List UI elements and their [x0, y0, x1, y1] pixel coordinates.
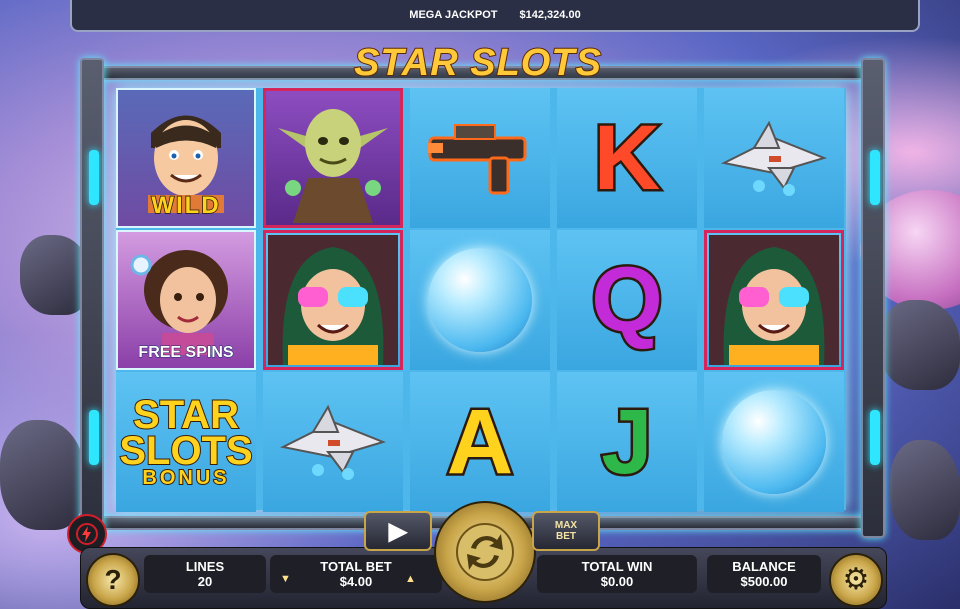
glow-tube [870, 410, 880, 465]
bonus-symbol: STAR SLOTS BONUS [116, 372, 256, 512]
total-bet-display: TOTAL BET $4.00 [270, 555, 442, 593]
max-bet-button[interactable]: MAX BET [532, 511, 600, 551]
lines-display: LINES 20 [144, 555, 266, 593]
letter-q-symbol: Q [557, 230, 697, 370]
total-bet-value: $4.00 [339, 574, 373, 589]
max-bet-line-2: BET [556, 531, 576, 542]
alien-master-symbol [263, 88, 403, 228]
glow-tube [870, 150, 880, 205]
asteroid-right-bottom [890, 440, 960, 540]
balance-label: BALANCE [732, 559, 796, 574]
free-spins-symbol: FREE SPINS [116, 230, 256, 370]
energy-orb-symbol [704, 372, 844, 512]
balance-value: $500.00 [740, 574, 788, 589]
control-panel: ? LINES 20 TOTAL BET $4.00 ▼ ▲ ▶ MAX BET… [80, 501, 887, 609]
energy-orb-icon [428, 248, 532, 352]
glow-tube [89, 410, 99, 465]
help-button[interactable]: ? [86, 553, 140, 607]
lines-value: 20 [197, 574, 213, 589]
reel-grid: WILD FREE SPINS STAR SLOTS BONUS A K Q J [116, 88, 846, 512]
total-win-label: TOTAL WIN [581, 559, 653, 574]
hooded-rebel-symbol [704, 230, 844, 370]
free-spins-label: FREE SPINS [138, 344, 234, 362]
spin-button[interactable] [434, 501, 536, 603]
max-bet-line-1: MAX [554, 520, 578, 531]
reel-3: A [410, 88, 550, 512]
hooded-rebel-icon [709, 235, 839, 365]
letter-q: Q [589, 249, 666, 351]
bonus-line-1: STAR [132, 393, 240, 437]
hooded-rebel-symbol [263, 230, 403, 370]
help-icon: ? [104, 564, 122, 595]
starfighter-icon [279, 404, 387, 480]
settings-button[interactable]: ⚙ [829, 553, 883, 607]
play-icon: ▶ [388, 517, 408, 545]
reel-5 [704, 88, 844, 512]
asteroid-right [880, 300, 960, 390]
bet-decrease-button[interactable]: ▼ [280, 573, 291, 585]
total-win-value: $0.00 [600, 574, 634, 589]
energy-orb-symbol [410, 230, 550, 370]
letter-j-symbol: J [557, 372, 697, 512]
total-bet-label: TOTAL BET [320, 559, 392, 574]
hooded-rebel-icon [268, 235, 398, 365]
letter-j: J [599, 391, 655, 493]
heroine-face-icon [130, 250, 228, 355]
jackpot-label: MEGA JACKPOT [409, 9, 498, 21]
letter-k-symbol: K [557, 88, 697, 228]
game-logo: STAR SLOTS [353, 41, 602, 85]
bonus-line-2: SLOTS [118, 429, 253, 473]
energy-orb-icon [722, 390, 826, 494]
bonus-logo: STAR SLOTS BONUS [118, 393, 253, 489]
wild-label: WILD [151, 191, 221, 220]
lines-label: LINES [185, 559, 225, 574]
spin-arrows-icon [456, 523, 514, 581]
jackpot-value: $142,324.00 [519, 9, 581, 21]
starfighter-symbol [263, 372, 403, 512]
starfighter-symbol [704, 88, 844, 228]
frame-pillar-left [80, 58, 104, 538]
letter-a-symbol: A [410, 372, 550, 512]
starfighter-icon [720, 120, 828, 196]
wild-symbol: WILD [116, 88, 256, 228]
bet-increase-button[interactable]: ▲ [405, 573, 416, 585]
glow-tube [89, 150, 99, 205]
letter-a: A [444, 391, 515, 493]
gear-icon: ⚙ [842, 563, 870, 596]
blaster-icon [428, 124, 527, 195]
asteroid-left-bottom [0, 420, 85, 530]
balance-display: BALANCE $500.00 [707, 555, 821, 593]
alien-master-icon [278, 109, 388, 223]
total-win-display: TOTAL WIN $0.00 [537, 555, 697, 593]
mega-jackpot-bar: MEGA JACKPOT $142,324.00 [70, 0, 920, 32]
reel-1: WILD FREE SPINS STAR SLOTS BONUS [116, 88, 256, 512]
frame-pillar-right [861, 58, 885, 538]
reel-4: K Q J [557, 88, 697, 512]
reel-2 [263, 88, 403, 512]
blaster-symbol [410, 88, 550, 228]
letter-k: K [591, 107, 662, 209]
autoplay-button[interactable]: ▶ [364, 511, 432, 551]
